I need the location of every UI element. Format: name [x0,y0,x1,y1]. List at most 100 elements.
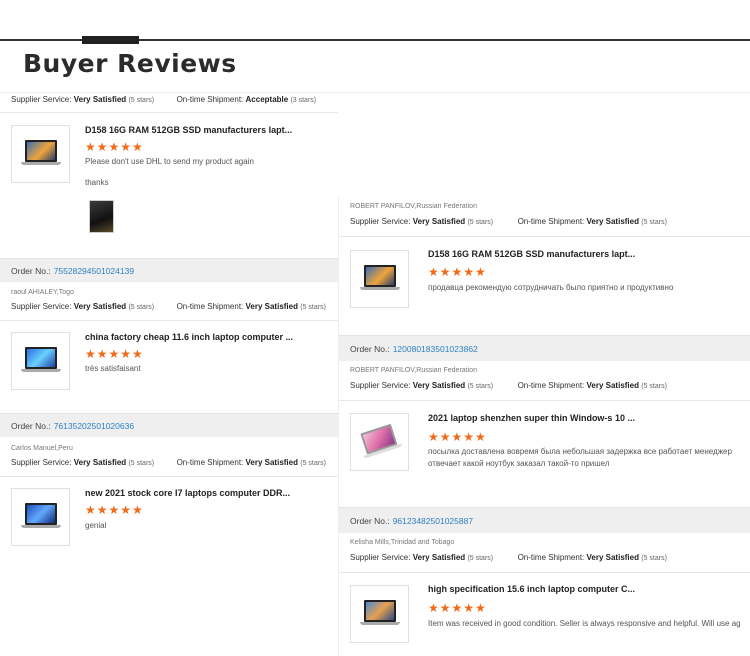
star-rating: ★★★★★ [428,430,487,444]
shipment-stars-text: (5 stars) [300,460,326,467]
divider [0,112,338,113]
star-rating: ★★★★★ [85,503,144,517]
supplier-value: Very Satisfied [412,381,466,390]
laptop-image [359,264,400,294]
shipment-stars-text: (5 stars) [300,304,326,311]
review-text: посылка доставлена вовремя была небольша… [428,447,732,456]
shipment-label: On-time Shipment: [176,95,244,104]
product-title-link[interactable]: D158 16G RAM 512GB SSD manufacturers lap… [428,249,635,259]
review-meta: Supplier Service: Very Satisfied (5 star… [11,302,326,311]
supplier-label: Supplier Service: [350,553,411,562]
laptop-image [20,139,61,169]
supplier-stars-text: (5 stars) [467,219,494,226]
review-text: продавца рекомендую сотрудничать было пр… [428,283,674,292]
shipment-stars-text: (3 stars) [290,97,317,104]
product-thumbnail[interactable] [350,413,409,471]
shipment-label: On-time Shipment: [176,302,244,311]
divider [0,320,338,321]
order-label: Order No.: [11,420,51,431]
supplier-stars-text: (5 stars) [467,383,494,390]
divider [0,476,338,477]
supplier-label: Supplier Service: [11,95,72,104]
review-meta: Supplier Service: Very Satisfied (5 star… [11,458,326,467]
left-review-column: Supplier Service: Very Satisfied (5 star… [0,93,338,656]
product-thumbnail[interactable] [350,250,409,308]
supplier-value: Very Satisfied [73,302,127,311]
laptop-image [356,422,403,462]
divider [339,400,750,401]
laptop-image [359,599,400,629]
buyer-name: raoul AHIALEY,Togo [11,289,74,296]
order-bar: Order No.: 75528294501024139 [0,258,338,282]
shipment-value: Very Satisfied [586,217,639,226]
supplier-label: Supplier Service: [11,458,72,467]
supplier-value: Very Satisfied [412,553,466,562]
header-accent-bar [82,36,139,44]
supplier-value: Very Satisfied [73,458,127,467]
supplier-stars-text: (5 stars) [128,304,155,311]
shipment-value: Very Satisfied [586,381,639,390]
review-meta: Supplier Service: Very Satisfied (5 star… [350,553,667,562]
supplier-label: Supplier Service: [350,381,411,390]
laptop-image [20,502,61,532]
product-title-link[interactable]: high specification 15.6 inch laptop comp… [428,584,635,594]
product-title-link[interactable]: china factory cheap 11.6 inch laptop com… [85,332,293,342]
product-thumbnail[interactable] [350,585,409,643]
divider [339,236,750,237]
order-number-link[interactable]: 96123482501025887 [393,516,473,526]
order-label: Order No.: [350,515,390,526]
shipment-label: On-time Shipment: [517,381,585,390]
shipment-label: On-time Shipment: [517,217,585,226]
review-text: Please don't use DHL to send my product … [85,157,254,166]
supplier-label: Supplier Service: [11,302,72,311]
shipment-value: Very Satisfied [586,553,639,562]
buyer-name: Carlos Manuel,Peru [11,445,73,452]
star-rating: ★★★★★ [428,265,487,279]
supplier-stars-text: (5 stars) [128,97,155,104]
review-photo[interactable] [89,200,114,233]
order-bar: Order No.: 96123482501025887 [339,507,750,533]
product-title-link[interactable]: new 2021 stock core I7 laptops computer … [85,488,290,498]
right-review-column: ROBERT PANFILOV,Russian Federation Suppl… [338,197,750,656]
shipment-stars-text: (5 stars) [641,219,667,226]
supplier-stars-text: (5 stars) [467,555,494,562]
review-text: genial [85,521,107,530]
product-thumbnail[interactable] [11,332,70,390]
laptop-image [20,346,61,376]
divider [339,572,750,573]
review-text: Item was received in good condition. Sel… [428,619,741,628]
order-number-link[interactable]: 76135202501020636 [54,421,134,431]
order-label: Order No.: [11,265,51,276]
supplier-stars-text: (5 stars) [128,460,155,467]
buyer-name: ROBERT PANFILOV,Russian Federation [350,367,477,374]
order-bar: Order No.: 120080183501023862 [339,335,750,361]
review-text-2: thanks [85,178,109,187]
order-bar: Order No.: 76135202501020636 [0,413,338,437]
order-number-link[interactable]: 120080183501023862 [393,344,478,354]
shipment-label: On-time Shipment: [517,553,585,562]
product-thumbnail[interactable] [11,488,70,546]
buyer-name: ROBERT PANFILOV,Russian Federation [350,203,477,210]
review-meta: Supplier Service: Very Satisfied (5 star… [350,217,667,226]
product-title-link[interactable]: 2021 laptop shenzhen super thin Window-s… [428,413,635,423]
shipment-value: Acceptable [245,95,289,104]
star-rating: ★★★★★ [85,140,144,154]
review-meta: Supplier Service: Very Satisfied (5 star… [350,381,667,390]
product-thumbnail[interactable] [11,125,70,183]
shipment-value: Very Satisfied [245,458,298,467]
supplier-label: Supplier Service: [350,217,411,226]
review-text: très satisfaisant [85,364,141,373]
product-title-link[interactable]: D158 16G RAM 512GB SSD manufacturers lap… [85,125,292,135]
shipment-stars-text: (5 stars) [641,383,667,390]
page-title: Buyer Reviews [23,49,237,78]
review-text-2: отвечает какой ноутбук заказал такой-то … [428,459,610,468]
order-label: Order No.: [350,343,390,354]
shipment-label: On-time Shipment: [176,458,244,467]
supplier-value: Very Satisfied [73,95,127,104]
review-meta-top: Supplier Service: Very Satisfied (5 star… [11,95,316,104]
buyer-name: Kelisha Mills,Trinidad and Tobago [350,539,455,546]
order-number-link[interactable]: 75528294501024139 [54,266,134,276]
shipment-stars-text: (5 stars) [641,555,667,562]
star-rating: ★★★★★ [428,601,487,615]
supplier-value: Very Satisfied [412,217,466,226]
